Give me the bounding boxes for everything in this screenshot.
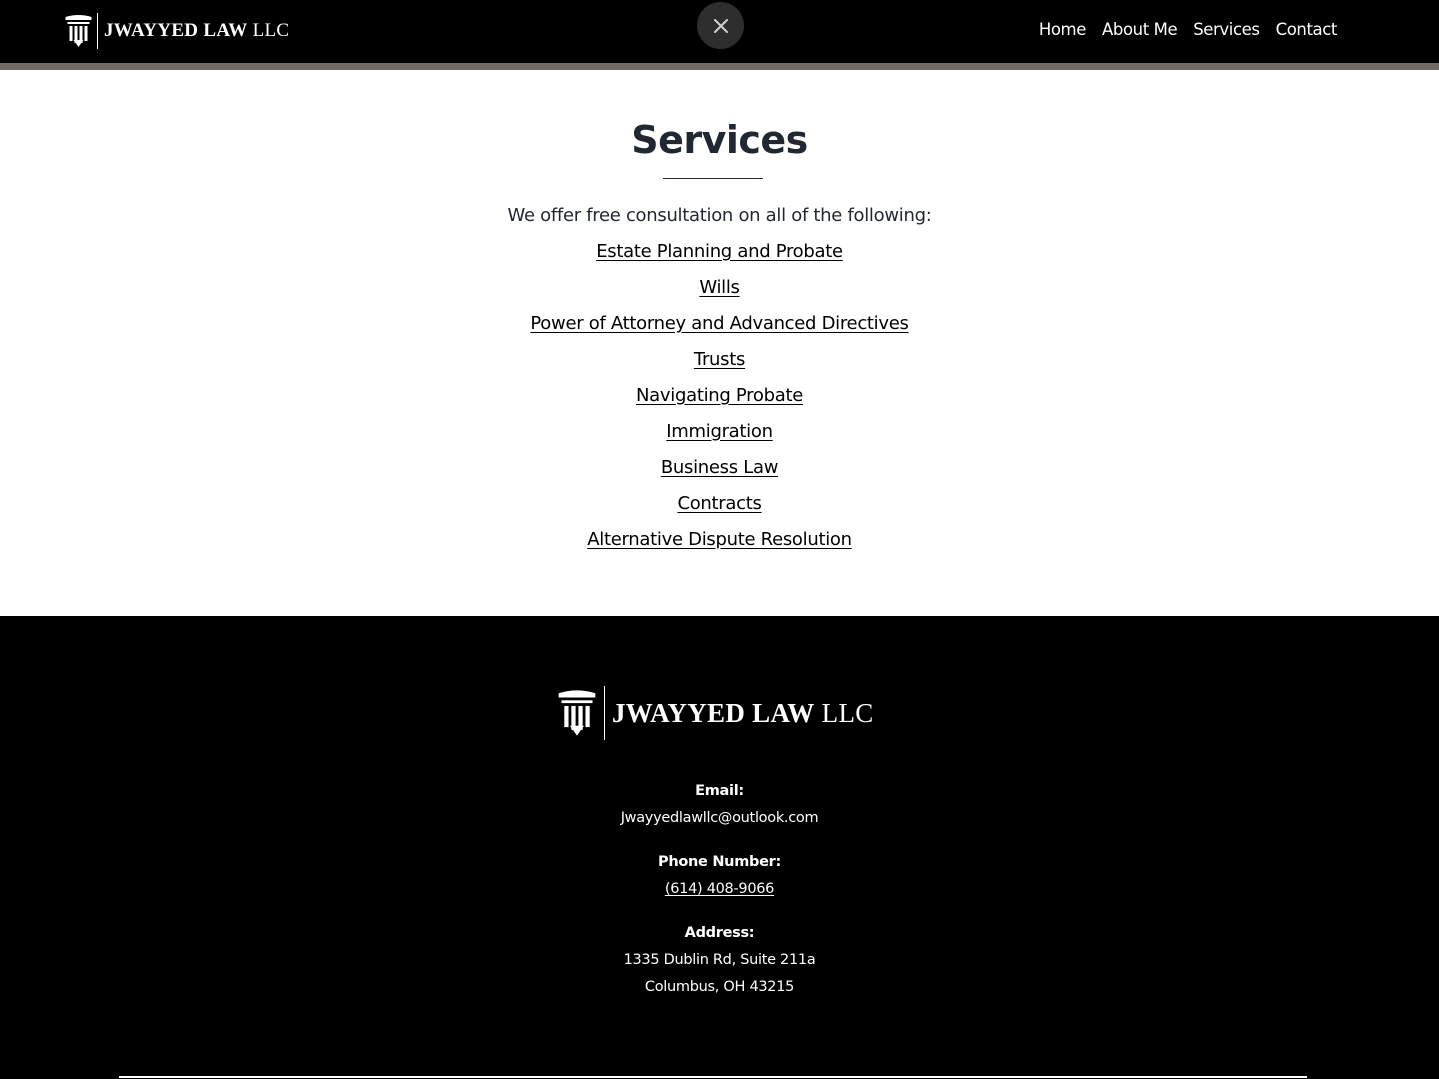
- list-item: Contracts: [0, 491, 1439, 527]
- list-item: Power of Attorney and Advanced Directive…: [0, 311, 1439, 347]
- services-intro: We offer free consultation on all of the…: [507, 205, 932, 226]
- list-item: Immigration: [0, 419, 1439, 455]
- email-label: Email:: [695, 783, 744, 799]
- list-item: Wills: [0, 275, 1439, 311]
- nav-home[interactable]: Home: [1039, 18, 1087, 42]
- phone-label: Phone Number:: [658, 854, 781, 870]
- service-link-contracts[interactable]: Contracts: [677, 493, 761, 514]
- email-block: Email: Jwayyedlawllc@outlook.com: [0, 778, 1439, 832]
- page-title: Services: [631, 118, 808, 162]
- close-icon: [713, 18, 728, 33]
- services-section: Services We offer free consultation on a…: [0, 70, 1439, 616]
- service-link-immigration[interactable]: Immigration: [666, 421, 773, 442]
- header-divider-strip: [0, 63, 1439, 70]
- service-link-adr[interactable]: Alternative Dispute Resolution: [587, 529, 852, 550]
- phone-link[interactable]: (614) 408-9066: [0, 876, 1439, 903]
- pillar-logo-icon: [558, 690, 596, 736]
- phone-block: Phone Number: (614) 408-9066: [0, 849, 1439, 903]
- nav-about-me[interactable]: About Me: [1102, 18, 1178, 42]
- list-item: Business Law: [0, 455, 1439, 491]
- list-item: Estate Planning and Probate: [0, 239, 1439, 275]
- logo-divider: [97, 13, 98, 49]
- list-item: Navigating Probate: [0, 383, 1439, 419]
- main-nav: Home About Me Services Contact: [1039, 18, 1338, 42]
- header-logo[interactable]: JWAYYED LAW LLC: [64, 12, 289, 50]
- list-item: Alternative Dispute Resolution: [0, 527, 1439, 563]
- list-item: Trusts: [0, 347, 1439, 383]
- nav-contact[interactable]: Contact: [1276, 18, 1338, 42]
- close-button[interactable]: [697, 2, 744, 49]
- title-underline: [663, 178, 763, 179]
- service-link-wills[interactable]: Wills: [699, 277, 740, 298]
- logo-divider: [604, 686, 605, 740]
- service-link-power-of-attorney[interactable]: Power of Attorney and Advanced Directive…: [530, 313, 909, 334]
- address-block: Address: 1335 Dublin Rd, Suite 211a Colu…: [0, 920, 1439, 1001]
- service-link-estate-planning[interactable]: Estate Planning and Probate: [596, 241, 843, 262]
- services-list: Estate Planning and Probate Wills Power …: [0, 239, 1439, 563]
- footer-divider: [119, 1076, 1307, 1078]
- service-link-trusts[interactable]: Trusts: [694, 349, 745, 370]
- nav-services[interactable]: Services: [1193, 18, 1260, 42]
- site-header: JWAYYED LAW LLC Home About Me Services C…: [0, 0, 1439, 63]
- service-link-business-law[interactable]: Business Law: [661, 457, 779, 478]
- footer-logo[interactable]: JWAYYED LAW LLC: [556, 685, 874, 741]
- service-link-navigating-probate[interactable]: Navigating Probate: [636, 385, 803, 406]
- logo-text: JWAYYED LAW LLC: [104, 20, 290, 41]
- address-label: Address:: [684, 925, 755, 941]
- site-footer: JWAYYED LAW LLC Email: Jwayyedlawllc@out…: [0, 616, 1439, 1079]
- pillar-logo-icon: [65, 15, 92, 47]
- address-line-1: 1335 Dublin Rd, Suite 211a: [623, 952, 816, 968]
- logo-text: JWAYYED LAW LLC: [612, 697, 874, 728]
- address-line-2: Columbus, OH 43215: [644, 979, 795, 995]
- email-value: Jwayyedlawllc@outlook.com: [620, 810, 819, 826]
